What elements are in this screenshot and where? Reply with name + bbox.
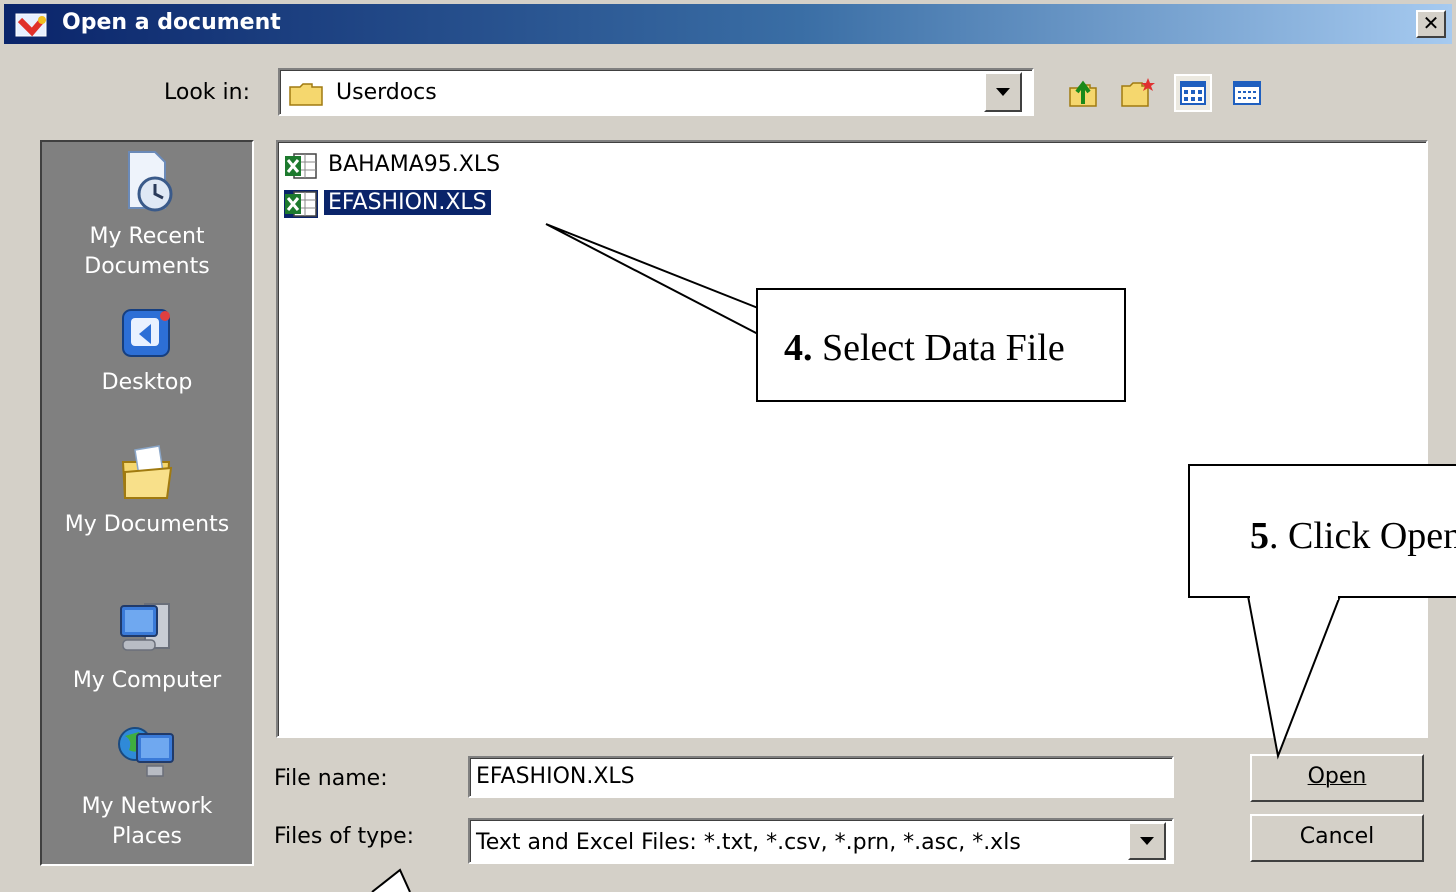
callout-text: Select Data File xyxy=(812,327,1065,369)
callout-pointers xyxy=(371,223,1341,892)
callout-click-open: 5. Click Open xyxy=(1188,464,1456,598)
callout-text: . Click Open xyxy=(1269,515,1456,557)
open-document-dialog: Open a document ✕ Look in: Userdocs My R… xyxy=(0,0,1456,892)
callout-4-pointer xyxy=(545,223,759,335)
callout-4-join xyxy=(758,310,764,332)
callout-step: 5 xyxy=(1250,515,1269,557)
callout-5-pointer xyxy=(1247,595,1341,760)
callout-3-pointer xyxy=(371,868,411,892)
callout-5-join xyxy=(1250,594,1338,600)
callout-step: 4. xyxy=(784,327,813,369)
callout-select-data-file: 4. Select Data File xyxy=(756,288,1126,402)
